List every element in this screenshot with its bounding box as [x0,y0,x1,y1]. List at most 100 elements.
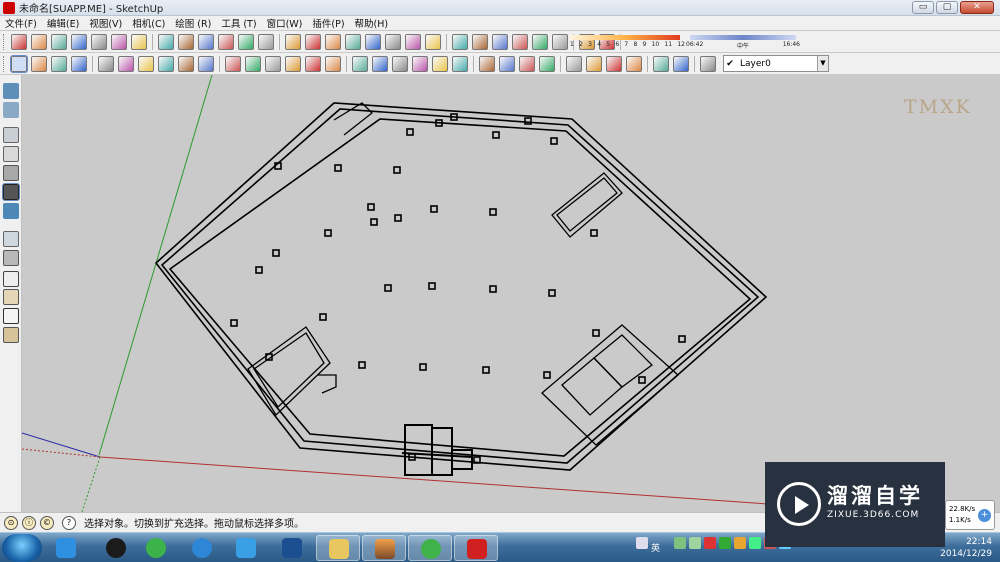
eraser-icon[interactable] [71,55,87,72]
home-icon[interactable] [3,271,19,287]
layer-dropdown[interactable]: ✔ Layer0 ▼ [723,55,829,72]
tool-icon-3[interactable] [51,33,67,50]
followme-icon[interactable] [285,55,301,72]
tool-icon-9[interactable] [178,33,194,50]
tool-icon-13[interactable] [258,33,274,50]
battery-icon[interactable] [689,537,701,549]
system-clock[interactable]: 22:14 2014/12/29 [940,536,992,560]
menu-draw[interactable]: 绘图 (R) [170,16,216,30]
walk-icon[interactable] [626,55,642,72]
tool-icon-23[interactable] [472,33,488,50]
wireframe-icon[interactable] [3,250,19,266]
menu-edit[interactable]: 编辑(E) [42,16,84,30]
tool-icon-12[interactable] [238,33,254,50]
freehand-icon[interactable] [198,55,214,72]
shaded-icon[interactable] [3,289,19,305]
position-camera-icon[interactable] [586,55,602,72]
credits-icon[interactable]: ⓘ [22,515,36,530]
tool-icon-1[interactable] [11,33,27,50]
taskbar-app-explorer[interactable] [316,535,360,561]
tool-icon-4[interactable] [71,33,87,50]
polygon-icon[interactable] [178,55,194,72]
menu-plugins[interactable]: 插件(P) [307,16,349,30]
dimension-icon[interactable] [372,55,388,72]
tool-icon-22[interactable] [452,33,468,50]
textured-icon[interactable] [3,327,19,343]
tool-icon-18[interactable] [365,33,381,50]
section-icon[interactable] [653,55,669,72]
menu-tools[interactable]: 工具 (T) [216,16,261,30]
taskbar-app-messenger[interactable] [44,535,88,561]
time-slider[interactable] [690,35,796,40]
front-view-icon[interactable] [3,127,19,143]
orbit-icon[interactable] [479,55,495,72]
toolbar-grip[interactable] [3,33,6,50]
back-view-icon[interactable] [3,165,19,181]
iso-view-icon[interactable] [3,83,19,99]
start-button[interactable] [2,534,42,562]
tool-icon-10[interactable] [198,33,214,50]
expand-icon[interactable]: + [978,509,991,522]
offset-icon[interactable] [325,55,341,72]
tool-icon-25[interactable] [512,33,528,50]
move-icon[interactable] [225,55,241,72]
geo-location-icon[interactable]: ⊙ [4,515,18,530]
zoom-window-icon[interactable] [539,55,555,72]
tool-icon-24[interactable] [492,33,508,50]
right-view-icon[interactable] [3,146,19,162]
section-display-icon[interactable] [673,55,689,72]
menu-window[interactable]: 窗口(W) [262,16,308,30]
tool-icon-20[interactable] [405,33,421,50]
signin-icon[interactable]: © [40,515,54,530]
tool-icon-7[interactable] [131,33,147,50]
taskbar-app-photo[interactable] [362,535,406,561]
tool-icon-21[interactable] [425,33,441,50]
tool-icon-15[interactable] [305,33,321,50]
drawing-viewport[interactable]: TMXK [22,75,1000,512]
3dtext-icon[interactable] [452,55,468,72]
text-icon[interactable] [412,55,428,72]
taskbar-app-music[interactable] [408,535,452,561]
month-slider[interactable] [570,35,680,40]
rotate-icon[interactable] [265,55,281,72]
top-view-icon[interactable] [3,102,19,118]
tool-icon-11[interactable] [218,33,234,50]
component-icon[interactable] [31,55,47,72]
tray-app-icon[interactable] [704,537,716,549]
taskbar-app-browser[interactable] [134,535,178,561]
zoom-extents-icon[interactable] [566,55,582,72]
line-icon[interactable] [118,55,134,72]
circle-icon[interactable] [138,55,154,72]
chevron-down-icon[interactable]: ▼ [817,56,828,71]
arc-icon[interactable] [158,55,174,72]
tool-icon-27[interactable] [552,33,568,50]
tool-icon-5[interactable] [91,33,107,50]
zoom-icon[interactable] [519,55,535,72]
tool-icon-17[interactable] [345,33,361,50]
tool-icon-14[interactable] [285,33,301,50]
keyboard-icon[interactable] [636,537,648,549]
tool-icon-8[interactable] [158,33,174,50]
taskbar-app-cloud[interactable] [180,535,224,561]
house-outline-icon[interactable] [3,308,19,324]
tool-icon-26[interactable] [532,33,548,50]
tape-icon[interactable] [352,55,368,72]
taskbar-app-sketchup[interactable] [454,535,498,561]
rectangle-icon[interactable] [98,55,114,72]
scale-icon[interactable] [305,55,321,72]
tray-app-icon[interactable] [734,537,746,549]
taskbar-app-qq[interactable] [94,535,138,561]
protractor-icon[interactable] [392,55,408,72]
menu-view[interactable]: 视图(V) [84,16,127,30]
tool-icon-2[interactable] [31,33,47,50]
help-icon[interactable]: ? [62,515,76,530]
taskbar-app-video[interactable] [270,535,314,561]
select-icon[interactable] [10,54,28,73]
pushpull-icon[interactable] [245,55,261,72]
bottom-view-icon[interactable] [3,203,19,219]
axes-icon[interactable] [432,55,448,72]
network-speed-widget[interactable]: 22.8K/s 1.1K/s + [945,500,995,530]
toolbar-grip[interactable] [3,55,6,72]
tool-icon-19[interactable] [385,33,401,50]
layer-manager-icon[interactable] [700,55,716,72]
